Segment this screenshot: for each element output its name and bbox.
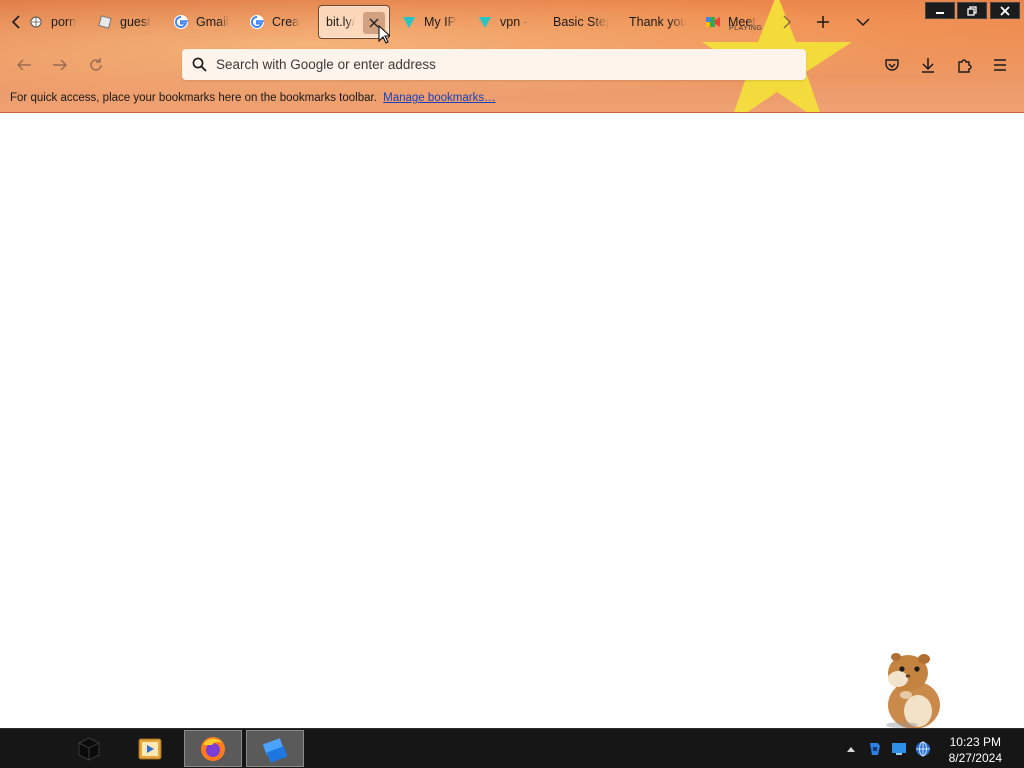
- tray-network-icon[interactable]: [891, 741, 907, 757]
- manage-bookmarks-link[interactable]: Manage bookmarks…: [383, 92, 496, 104]
- clock-time: 10:23 PM: [949, 735, 1001, 749]
- close-window-button[interactable]: [990, 2, 1020, 19]
- tab-vpn[interactable]: vpn -: [477, 5, 533, 39]
- page-content-area[interactable]: [0, 113, 1024, 728]
- plus-icon: [817, 16, 829, 28]
- browser-chrome: porn guest Gmail Crea bit.ly/ My IP vpn …: [0, 0, 1024, 113]
- clock-date: 8/27/2024: [948, 751, 1002, 765]
- close-icon: [1000, 5, 1010, 16]
- tab-label: Thank you: [629, 15, 688, 29]
- app-black-cube-icon: [78, 736, 100, 761]
- windows-taskbar: 10:23 PM 8/27/2024: [0, 728, 1024, 768]
- tab-create[interactable]: Crea: [249, 5, 307, 39]
- mouse-cursor: [378, 25, 390, 44]
- tab-thank-you[interactable]: Thank you: [629, 5, 691, 39]
- reload-button[interactable]: [82, 52, 110, 78]
- chevron-right-icon: [783, 15, 791, 29]
- pocket-icon: [885, 58, 899, 71]
- search-icon: [191, 57, 207, 73]
- tab-scroll-left-button[interactable]: [5, 10, 27, 34]
- extensions-button[interactable]: [952, 53, 976, 77]
- chevron-left-icon: [11, 15, 20, 29]
- tab-meet[interactable]: Meet PLAYING: [705, 5, 767, 39]
- shield-tray-icon: [870, 743, 880, 755]
- list-all-tabs-button[interactable]: [850, 10, 876, 34]
- arrow-right-icon: [53, 59, 67, 71]
- chevron-up-icon: [847, 747, 855, 752]
- show-hidden-icons-button[interactable]: [843, 741, 859, 757]
- meet-icon: [705, 14, 721, 30]
- vpn-shield-icon: [401, 14, 417, 30]
- tab-label: Basic Step: [553, 15, 609, 29]
- tray-app-icon[interactable]: [867, 741, 883, 757]
- new-tab-button[interactable]: [810, 10, 836, 34]
- google-icon: [173, 14, 189, 30]
- taskbar-app-cube[interactable]: [60, 730, 118, 767]
- taskbar-clock[interactable]: 10:23 PM 8/27/2024: [949, 734, 1002, 766]
- tab-label: Gmail: [196, 15, 229, 29]
- tab-label: My IP: [424, 15, 456, 29]
- minimize-button[interactable]: [925, 2, 955, 19]
- bookmarks-empty-message: For quick access, place your bookmarks h…: [10, 92, 377, 104]
- tab-strip: porn guest Gmail Crea bit.ly/ My IP vpn …: [0, 0, 1024, 44]
- reload-icon: [90, 58, 102, 71]
- downloads-button[interactable]: [916, 53, 940, 77]
- tab-gmail[interactable]: Gmail: [173, 5, 235, 39]
- taskbar-app-firefox[interactable]: [184, 730, 242, 767]
- taskbar-app-media-player[interactable]: [121, 730, 179, 767]
- roblox-studio-icon: [262, 737, 288, 763]
- navigation-toolbar: [0, 44, 1024, 86]
- tab-playing-indicator: PLAYING: [729, 25, 763, 32]
- tab-label: guest: [120, 15, 151, 29]
- monitor-network-icon: [892, 743, 906, 755]
- tab-scroll-right-button[interactable]: [776, 10, 798, 34]
- tab-label: Crea: [272, 15, 300, 29]
- address-bar[interactable]: [182, 49, 806, 80]
- globe-icon: [28, 14, 44, 30]
- tab-porn[interactable]: porn: [28, 5, 78, 39]
- taskbar-app-roblox-studio[interactable]: [246, 730, 304, 767]
- tab-my-ip[interactable]: My IP: [401, 5, 457, 39]
- pocket-button[interactable]: [880, 53, 904, 77]
- vpn-shield-icon: [477, 14, 493, 30]
- firefox-icon: [201, 736, 225, 761]
- media-player-icon: [138, 738, 162, 759]
- restore-button[interactable]: [957, 2, 987, 19]
- tray-volume-icon[interactable]: [915, 741, 931, 757]
- address-input[interactable]: [216, 57, 806, 72]
- chevron-down-icon: [856, 18, 870, 27]
- tab-label: vpn -: [500, 15, 528, 29]
- forward-button[interactable]: [46, 52, 74, 78]
- tab-label: porn: [51, 15, 77, 29]
- puzzle-icon: [958, 59, 972, 73]
- app-menu-button[interactable]: [988, 53, 1012, 77]
- arrow-left-icon: [17, 59, 31, 71]
- tab-label: bit.ly/: [326, 15, 356, 29]
- minimize-icon: [936, 11, 944, 14]
- globe-tray-icon: [916, 741, 930, 757]
- download-icon: [922, 58, 934, 73]
- hamburger-menu-icon: [994, 59, 1006, 71]
- tab-guest[interactable]: guest: [97, 5, 153, 39]
- restore-icon: [967, 5, 977, 16]
- tab-basic-step[interactable]: Basic Step: [553, 5, 609, 39]
- google-icon: [249, 14, 265, 30]
- roblox-icon: [97, 14, 113, 30]
- bookmarks-toolbar: For quick access, place your bookmarks h…: [10, 92, 496, 104]
- hamster-desktop-pet[interactable]: [862, 645, 954, 729]
- back-button[interactable]: [10, 52, 38, 78]
